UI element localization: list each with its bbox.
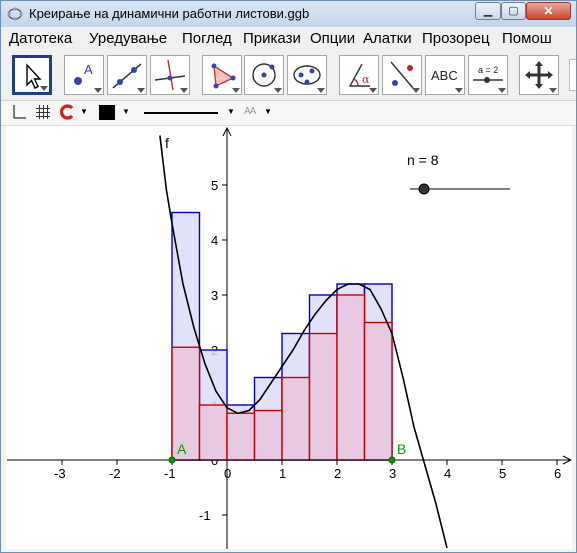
line-style-dropdown-icon[interactable]: ▼: [227, 107, 235, 116]
menu-edit[interactable]: Уредување: [89, 30, 167, 47]
lower-sum-bar: [281, 376, 311, 461]
line-style-icon[interactable]: [144, 105, 224, 119]
point-capture-icon[interactable]: [59, 104, 75, 120]
color-swatch[interactable]: [99, 105, 115, 120]
menu-perspectives[interactable]: Прикази: [243, 30, 301, 47]
x-tick-label: -2: [109, 466, 121, 481]
polygon-tool[interactable]: [202, 55, 242, 95]
label-style-dropdown-icon[interactable]: ▼: [264, 107, 272, 116]
grid-icon[interactable]: [35, 104, 51, 120]
close-icon: ✕: [543, 4, 554, 18]
reflect-tool[interactable]: [382, 55, 422, 95]
menu-options[interactable]: Опции: [310, 30, 355, 47]
lower-sum-bar: [226, 412, 256, 461]
x-tick-label: -3: [54, 466, 66, 481]
title-bar: Креирање на динамични работни листови.gg…: [1, 1, 576, 27]
capture-dropdown-icon[interactable]: ▼: [80, 107, 88, 116]
svg-text:A: A: [84, 62, 93, 77]
style-bar: ▼ ▼ ▼ AA ▼: [1, 101, 576, 126]
x-tick-label: 1: [279, 466, 286, 481]
x-tick-label: 4: [444, 466, 451, 481]
tool-bar: A α ABC a = 2: [1, 51, 576, 101]
lower-sum-bar: [363, 321, 393, 461]
angle-tool[interactable]: α: [339, 55, 379, 95]
lower-sum-bar: [198, 404, 228, 461]
graphics-view[interactable]: -3-2-10123456-1012345fABn = 8: [7, 126, 573, 549]
slider-tool[interactable]: a = 2: [468, 55, 508, 95]
menu-file[interactable]: Датотека: [9, 30, 72, 47]
point-b[interactable]: [388, 456, 396, 464]
x-tick-label: 5: [499, 466, 506, 481]
label-style-icon[interactable]: AA: [244, 106, 256, 117]
x-tick-label: 3: [389, 466, 396, 481]
x-tick-label: 6: [554, 466, 561, 481]
point-b-label: B: [397, 441, 406, 457]
slider-label: n = 8: [407, 152, 439, 168]
circle-tool[interactable]: [244, 55, 284, 95]
point-a-label: A: [177, 441, 187, 457]
svg-text:a = 2: a = 2: [478, 65, 498, 75]
geogebra-window: Креирање на динамични работни листови.gg…: [0, 0, 577, 553]
lower-sum-bar: [253, 409, 283, 461]
x-tick-label: 0: [224, 466, 231, 481]
color-dropdown-icon[interactable]: ▼: [122, 107, 130, 116]
slider-handle[interactable]: [418, 183, 430, 195]
graphics-canvas[interactable]: -3-2-10123456-1012345fABn = 8: [7, 126, 573, 549]
perpendicular-tool[interactable]: [150, 55, 190, 95]
minimize-button[interactable]: ▁: [475, 2, 501, 20]
menu-bar: Датотека Уредување Поглед Прикази Опции …: [1, 28, 576, 50]
toolbar-scroll-edge: [569, 59, 576, 91]
svg-text:α: α: [362, 73, 370, 86]
menu-window[interactable]: Прозорец: [422, 30, 490, 47]
line-tool[interactable]: [107, 55, 147, 95]
conic-tool[interactable]: [287, 55, 327, 95]
menu-tools[interactable]: Алатки: [363, 30, 412, 47]
y-tick-label: -1: [199, 508, 211, 523]
y-tick-label: 4: [211, 233, 218, 248]
x-tick-label: -1: [164, 466, 176, 481]
close-button[interactable]: ✕: [526, 2, 571, 20]
minimize-icon: ▁: [483, 5, 493, 17]
point-tool[interactable]: A: [64, 55, 104, 95]
menu-view[interactable]: Поглед: [182, 30, 232, 47]
move-graphics-tool[interactable]: [519, 55, 559, 95]
function-label: f: [165, 135, 169, 151]
y-tick-label: 5: [211, 178, 218, 193]
move-tool[interactable]: [12, 55, 52, 95]
svg-text:ABC: ABC: [431, 68, 458, 83]
text-tool[interactable]: ABC: [425, 55, 465, 95]
menu-help[interactable]: Помош: [502, 30, 552, 47]
axes-icon[interactable]: [11, 104, 27, 120]
maximize-button[interactable]: ▢: [501, 2, 526, 20]
point-a[interactable]: [168, 456, 176, 464]
geogebra-icon: [7, 7, 23, 21]
window-title: Креирање на динамични работни листови.gg…: [29, 6, 310, 21]
x-tick-label: 2: [334, 466, 341, 481]
y-tick-label: 3: [211, 288, 218, 303]
lower-sum-bar: [308, 332, 338, 461]
lower-sum-bar: [336, 294, 366, 461]
maximize-icon: ▢: [508, 5, 519, 17]
